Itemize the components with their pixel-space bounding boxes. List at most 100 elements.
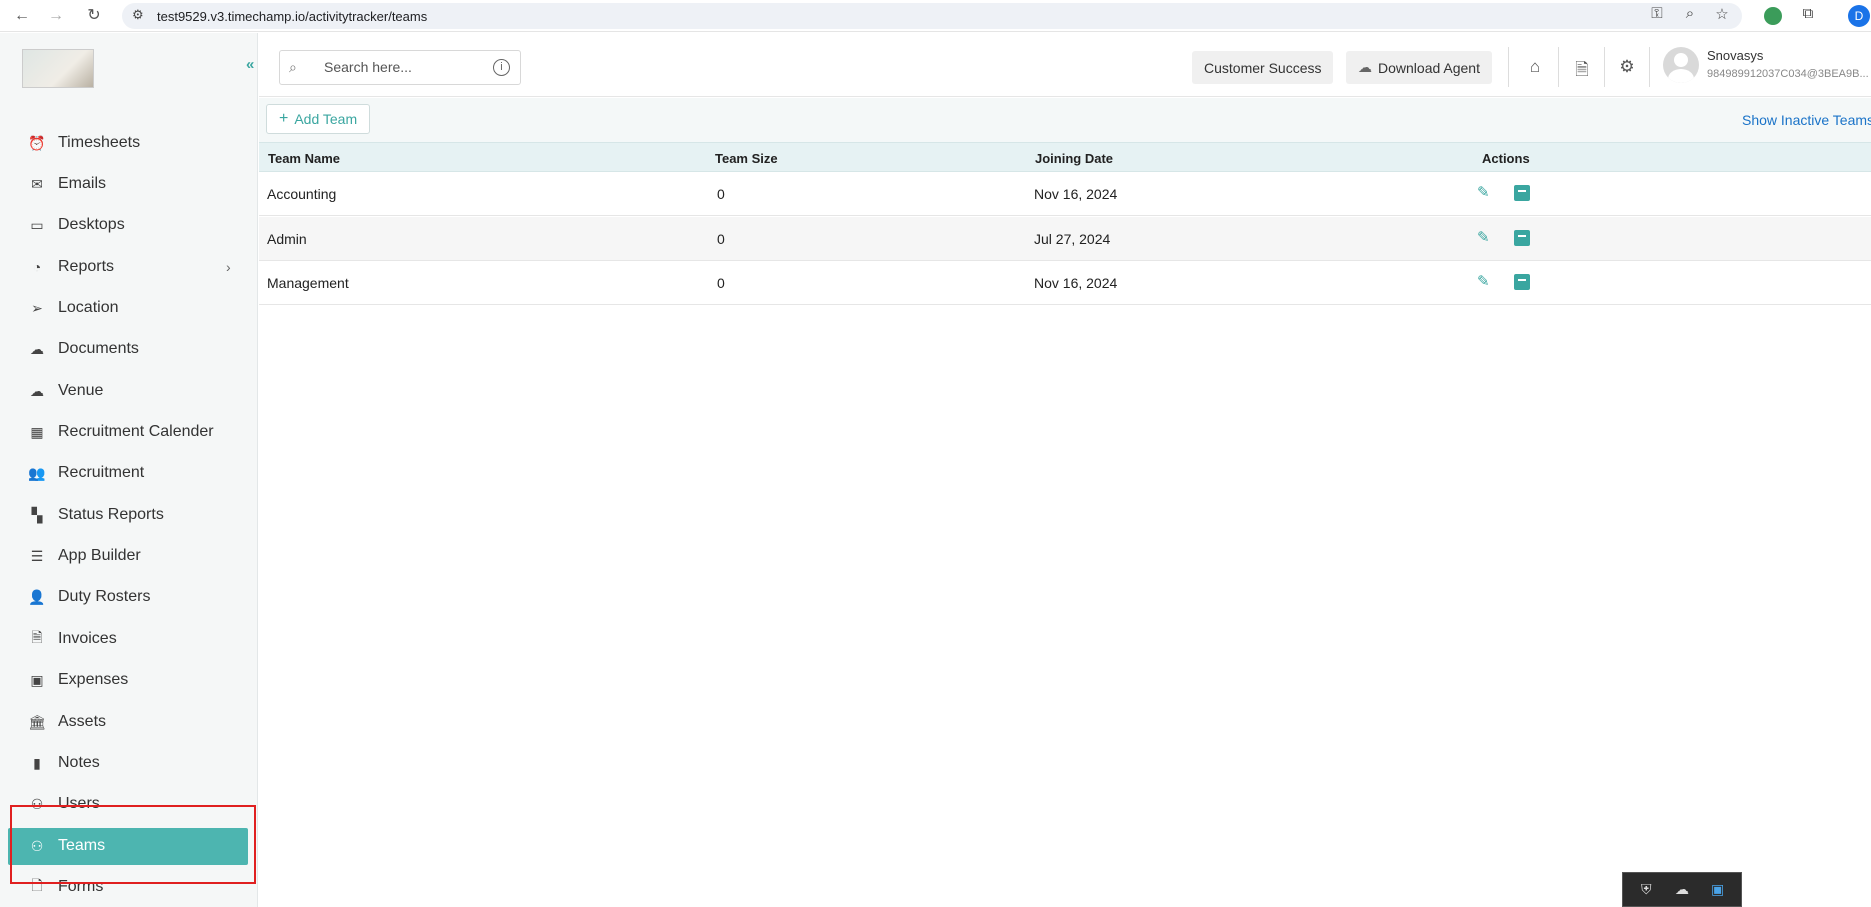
table-row: Management 0 Nov 16, 2024 ✎ xyxy=(259,261,1871,305)
sidebar-item-label: Recruitment xyxy=(58,464,145,481)
extensions-puzzle-icon[interactable]: ⧉ xyxy=(1797,5,1819,22)
sidebar-item-timesheets[interactable]: ⏰ Timesheets xyxy=(28,128,140,158)
edit-icon[interactable]: ✎ xyxy=(1477,230,1493,246)
user-name[interactable]: Snovasys xyxy=(1707,48,1763,63)
archive-icon[interactable] xyxy=(1514,230,1530,246)
team-name-cell[interactable]: Management xyxy=(267,275,349,291)
sidebar-item-label: Reports xyxy=(58,258,115,275)
person-add-icon: 👤 xyxy=(28,588,46,605)
cloud-icon: ☁ xyxy=(30,382,44,399)
security-shield-icon[interactable]: ⛨ xyxy=(1641,881,1652,898)
sidebar-item-reports[interactable]: ◔ Reports › xyxy=(28,252,238,282)
edit-icon[interactable]: ✎ xyxy=(1477,274,1493,290)
sidebar-item-assets[interactable]: 🏛 Assets xyxy=(28,707,106,737)
sidebar-item-recruitment-calender[interactable]: ▦ Recruitment Calender xyxy=(28,417,214,447)
sidebar-item-location[interactable]: ➢ Location xyxy=(28,293,118,323)
sidebar-item-label: Documents xyxy=(58,340,139,357)
location-arrow-icon: ➢ xyxy=(31,299,43,316)
content-toolbar: + Add Team Show Inactive Teams xyxy=(259,98,1871,142)
column-header-actions: Actions xyxy=(1482,151,1530,166)
sidebar-item-label: Timesheets xyxy=(58,134,141,151)
company-logo[interactable] xyxy=(22,49,94,88)
sidebar-item-label: Emails xyxy=(58,175,107,192)
reload-icon[interactable]: ↻ xyxy=(84,6,104,26)
browser-toolbar: ← → ↻ ⚙ test9529.v3.timechamp.io/activit… xyxy=(0,0,1871,32)
column-header-joining-date[interactable]: Joining Date xyxy=(1035,151,1113,166)
table-row: Admin 0 Jul 27, 2024 ✎ xyxy=(259,217,1871,261)
profile-avatar[interactable]: D xyxy=(1848,5,1870,27)
show-inactive-teams-link[interactable]: Show Inactive Teams xyxy=(1742,112,1871,128)
sidebar-item-documents[interactable]: ☁ Documents xyxy=(28,334,139,364)
sidebar-item-duty-rosters[interactable]: 👤 Duty Rosters xyxy=(28,582,150,612)
download-agent-button[interactable]: ☁ Download Agent xyxy=(1346,51,1492,84)
url-text: test9529.v3.timechamp.io/activitytracker… xyxy=(157,9,428,24)
search-box[interactable]: ⌕ i xyxy=(279,50,521,85)
settings-gear-icon[interactable]: ⚙ xyxy=(1616,57,1638,77)
sidebar-item-venue[interactable]: ☁ Venue xyxy=(28,376,103,406)
sidebar-item-recruitment[interactable]: 👥 Recruitment xyxy=(28,458,144,488)
sidebar-item-label: Venue xyxy=(58,382,104,399)
team-name-cell[interactable]: Admin xyxy=(267,231,307,247)
cloud-icon: ☁ xyxy=(30,340,44,357)
sidebar-item-label: Recruitment Calender xyxy=(58,423,214,440)
password-key-icon[interactable]: ⚿ xyxy=(1646,5,1668,22)
top-header: ⌕ i Customer Success ☁ Download Agent ⌂ … xyxy=(259,33,1871,97)
notebook-icon: ▮ xyxy=(33,754,41,771)
sidebar-item-status-reports[interactable]: ▚ Status Reports xyxy=(28,500,164,530)
list-box-icon: ☰ xyxy=(30,547,44,564)
team-size-cell: 0 xyxy=(717,275,725,291)
sidebar-item-label: Duty Rosters xyxy=(58,588,151,605)
back-icon[interactable]: ← xyxy=(12,6,32,26)
bank-icon: 🏛 xyxy=(28,713,46,730)
site-settings-icon[interactable]: ⚙ xyxy=(132,7,144,23)
chevron-right-icon: › xyxy=(226,259,231,275)
sidebar-item-invoices[interactable]: 🗎 Invoices xyxy=(28,624,117,654)
dashboard-icon: ▚ xyxy=(31,506,43,523)
bookmark-star-icon[interactable]: ☆ xyxy=(1711,5,1733,23)
cloud-offline-icon[interactable]: ☁ xyxy=(1675,881,1689,898)
divider xyxy=(1649,47,1650,87)
pie-chart-icon: ◔ xyxy=(32,259,42,275)
sidebar-item-label: Expenses xyxy=(58,671,129,688)
divider xyxy=(1604,47,1605,87)
address-bar[interactable]: ⚙ test9529.v3.timechamp.io/activitytrack… xyxy=(122,3,1742,29)
edit-icon[interactable]: ✎ xyxy=(1477,185,1493,201)
sidebar-item-emails[interactable]: ✉ Emails xyxy=(28,169,106,199)
invoice-icon: 🗎 xyxy=(31,629,43,645)
forward-icon[interactable]: → xyxy=(46,6,66,26)
sidebar-item-desktops[interactable]: ▭ Desktops xyxy=(28,210,125,240)
archive-icon[interactable] xyxy=(1514,274,1530,290)
info-icon[interactable]: i xyxy=(493,59,510,76)
table-row: Accounting 0 Nov 16, 2024 ✎ xyxy=(259,172,1871,216)
customer-success-label: Customer Success xyxy=(1204,59,1322,76)
sidebar-item-label: Desktops xyxy=(58,216,125,233)
collapse-sidebar-icon[interactable]: « xyxy=(246,56,254,73)
archive-icon[interactable] xyxy=(1514,185,1530,201)
store-icon[interactable]: ⌂ xyxy=(1524,57,1546,77)
search-input[interactable] xyxy=(324,59,484,75)
add-team-button[interactable]: + Add Team xyxy=(266,104,371,134)
annotation-highlight-box xyxy=(10,805,256,884)
sidebar-item-app-builder[interactable]: ☰ App Builder xyxy=(28,541,141,571)
divider xyxy=(1558,47,1559,87)
document-icon[interactable]: 🗎 xyxy=(1571,57,1593,86)
alarm-clock-icon: ⏰ xyxy=(28,134,46,151)
search-icon: ⌕ xyxy=(289,59,297,75)
user-avatar[interactable] xyxy=(1663,47,1699,83)
joining-date-cell: Nov 16, 2024 xyxy=(1034,275,1118,291)
sidebar-item-label: Invoices xyxy=(58,630,117,647)
zoom-icon[interactable]: ⌕ xyxy=(1679,5,1701,22)
sidebar-item-expenses[interactable]: ▣ Expenses xyxy=(28,665,128,695)
team-name-cell[interactable]: Accounting xyxy=(267,186,336,202)
add-team-label: Add Team xyxy=(294,111,358,127)
sidebar-item-label: Status Reports xyxy=(58,506,164,523)
network-icon[interactable]: ▣ xyxy=(1711,881,1724,898)
customer-success-button[interactable]: Customer Success xyxy=(1192,51,1334,84)
column-header-team-size[interactable]: Team Size xyxy=(715,151,778,166)
sidebar-item-notes[interactable]: ▮ Notes xyxy=(28,748,100,778)
extension-icon[interactable] xyxy=(1764,7,1782,25)
people-icon: 👥 xyxy=(28,464,46,481)
column-header-team-name[interactable]: Team Name xyxy=(268,151,340,166)
system-tray-popup: ⛨ ☁ ▣ xyxy=(1622,872,1742,907)
download-agent-label: Download Agent xyxy=(1378,59,1480,76)
